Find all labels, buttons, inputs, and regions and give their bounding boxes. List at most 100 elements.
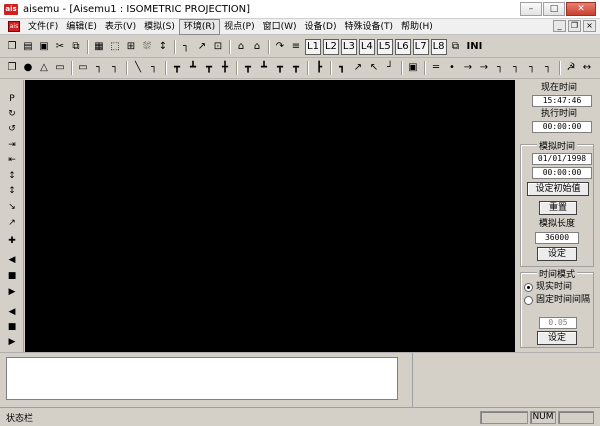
switch-3-icon[interactable]: ┐	[525, 61, 539, 75]
sensor-beam-icon[interactable]: ═	[429, 61, 443, 75]
probe-icon[interactable]: ↗	[195, 40, 209, 54]
robot-arm-icon[interactable]: ┓	[335, 61, 349, 75]
layer-2-button[interactable]: L2	[322, 38, 339, 55]
rotate-ccw-icon[interactable]: ↺	[6, 123, 18, 135]
play-icon[interactable]: ▶	[6, 286, 18, 298]
layers-icon[interactable]: ≡	[289, 40, 303, 54]
copy-icon[interactable]: ⧉	[69, 40, 83, 54]
isometric-canvas[interactable]	[25, 80, 515, 352]
set-initial-value-button[interactable]: 设定初始值	[527, 182, 589, 196]
align-vertical-icon[interactable]: ↕	[6, 170, 18, 182]
menu-environment[interactable]: 环境(R)	[178, 18, 221, 35]
layer-4-button[interactable]: L4	[358, 38, 375, 55]
save-file-icon[interactable]: ▣	[37, 40, 51, 54]
layer-1-button[interactable]: L1	[305, 38, 321, 55]
new-file-icon[interactable]: ❐	[5, 40, 19, 54]
menu-file[interactable]: 文件(F)	[24, 20, 62, 34]
menu-help[interactable]: 帮助(H)	[397, 20, 437, 34]
rotate-cw-icon[interactable]: ↻	[6, 108, 18, 120]
sphere-shape-icon[interactable]: ●	[21, 61, 35, 75]
cylinder-shape-icon[interactable]: ▭	[53, 61, 67, 75]
pusher-icon[interactable]: ┻	[257, 61, 271, 75]
layer-6-button[interactable]: L6	[394, 38, 411, 55]
align-height-icon[interactable]: ↕	[6, 185, 18, 197]
menu-viewpoint[interactable]: 视点(P)	[220, 20, 258, 34]
mdi-close-button[interactable]: ×	[583, 20, 596, 32]
merge-icon[interactable]: ┳	[170, 61, 184, 75]
connect-icon[interactable]: ┐	[179, 40, 193, 54]
vehicle-alt-icon[interactable]: ⌂	[250, 40, 264, 54]
vertical-move-icon[interactable]: ↕	[156, 40, 170, 54]
sensor-point-icon[interactable]: •	[445, 61, 459, 75]
menu-device[interactable]: 设备(D)	[301, 20, 341, 34]
menu-view[interactable]: 表示(V)	[101, 20, 140, 34]
panel-icon[interactable]: ▣	[406, 61, 420, 75]
resize-up-icon[interactable]: ↗	[6, 217, 18, 229]
cut-icon[interactable]: ✂	[53, 40, 67, 54]
switch-1-icon[interactable]: ┐	[493, 61, 507, 75]
fixed-interval-mode-radio[interactable]: 固定时间间隔	[524, 295, 590, 305]
pointer-tool-icon[interactable]: P	[6, 93, 18, 105]
curve-conveyor-icon[interactable]: ╲	[131, 61, 145, 75]
maximize-button[interactable]: □	[543, 2, 565, 16]
align-left-icon[interactable]: ⇤	[6, 154, 18, 166]
reset-button[interactable]: 重置	[539, 201, 577, 215]
cylinder-actuator-icon[interactable]: ↗	[351, 61, 365, 75]
cross-icon[interactable]: ╋	[218, 61, 232, 75]
sim-length-set-button[interactable]: 设定	[537, 247, 577, 261]
title-bar[interactable]: ais aisemu - [Aisemu1 : ISOMETRIC PROJEC…	[0, 0, 600, 19]
divert-icon[interactable]: ┻	[186, 61, 200, 75]
all-layers-icon[interactable]: ⧉	[449, 40, 463, 54]
message-output-box[interactable]	[6, 357, 398, 400]
realtime-mode-radio[interactable]: 现实时间	[524, 282, 572, 292]
mdi-minimize-button[interactable]: _	[553, 20, 566, 32]
menu-special-device[interactable]: 特殊设备(T)	[340, 20, 397, 34]
ini-button[interactable]: INI	[467, 41, 483, 52]
sensor-direction-icon[interactable]: →	[461, 61, 475, 75]
grid-icon[interactable]: ▦	[92, 40, 106, 54]
conveyor-corner-icon[interactable]: ┐	[92, 61, 106, 75]
align-right-icon[interactable]: ⇥	[6, 139, 18, 151]
select-area-icon[interactable]: ⬚	[108, 40, 122, 54]
mdi-restore-button[interactable]: ❐	[568, 20, 581, 32]
layer-8-button[interactable]: L8	[430, 38, 447, 55]
lift-icon[interactable]: ┳	[202, 61, 216, 75]
conveyor-icon[interactable]: ▭	[76, 61, 90, 75]
motor-icon[interactable]: ┘	[383, 61, 397, 75]
turn-conveyor-icon[interactable]: ┐	[147, 61, 161, 75]
switch-4-icon[interactable]: ┐	[541, 61, 555, 75]
open-file-icon[interactable]: ▤	[21, 40, 35, 54]
menu-simulate[interactable]: 模拟(S)	[140, 20, 179, 34]
layer-5-button[interactable]: L5	[376, 38, 393, 55]
slide-actuator-icon[interactable]: ↖	[367, 61, 381, 75]
document-icon[interactable]: ais	[8, 21, 20, 32]
layer-7-button[interactable]: L7	[412, 38, 429, 55]
menu-edit[interactable]: 编辑(E)	[62, 20, 101, 34]
rack-icon[interactable]: ┣	[312, 61, 326, 75]
stopper-icon[interactable]: ┳	[289, 61, 303, 75]
move-icon[interactable]: ✚	[6, 235, 18, 247]
radio-selected-icon[interactable]	[524, 282, 533, 292]
sensor-reflect-icon[interactable]: →	[477, 61, 491, 75]
stop-icon[interactable]: ■	[6, 270, 18, 282]
box-shape-icon[interactable]: ❐	[5, 61, 19, 75]
switch-2-icon[interactable]: ┐	[509, 61, 523, 75]
resize-down-icon[interactable]: ↘	[6, 201, 18, 213]
pause-icon[interactable]: ■	[6, 321, 18, 333]
minimize-button[interactable]: –	[520, 2, 542, 16]
interval-set-button[interactable]: 设定	[537, 331, 577, 345]
forward-icon[interactable]: ▶	[6, 336, 18, 348]
rotate-icon[interactable]: ↷	[273, 40, 287, 54]
delete-icon[interactable]: ⛆	[140, 40, 154, 54]
interval-input[interactable]: 0.05	[539, 317, 577, 329]
gate-icon[interactable]: ┳	[273, 61, 287, 75]
menu-window[interactable]: 窗口(W)	[259, 20, 301, 34]
vehicle-icon[interactable]: ⌂	[234, 40, 248, 54]
rewind-icon[interactable]: ◀	[6, 306, 18, 318]
stacker-icon[interactable]: ┳	[241, 61, 255, 75]
sim-length-input[interactable]: 36000	[535, 232, 579, 244]
step-back-icon[interactable]: ◀	[6, 254, 18, 266]
layer-3-button[interactable]: L3	[340, 38, 357, 55]
zoom-area-icon[interactable]: ⊞	[124, 40, 138, 54]
conveyor-branch-icon[interactable]: ┐	[108, 61, 122, 75]
